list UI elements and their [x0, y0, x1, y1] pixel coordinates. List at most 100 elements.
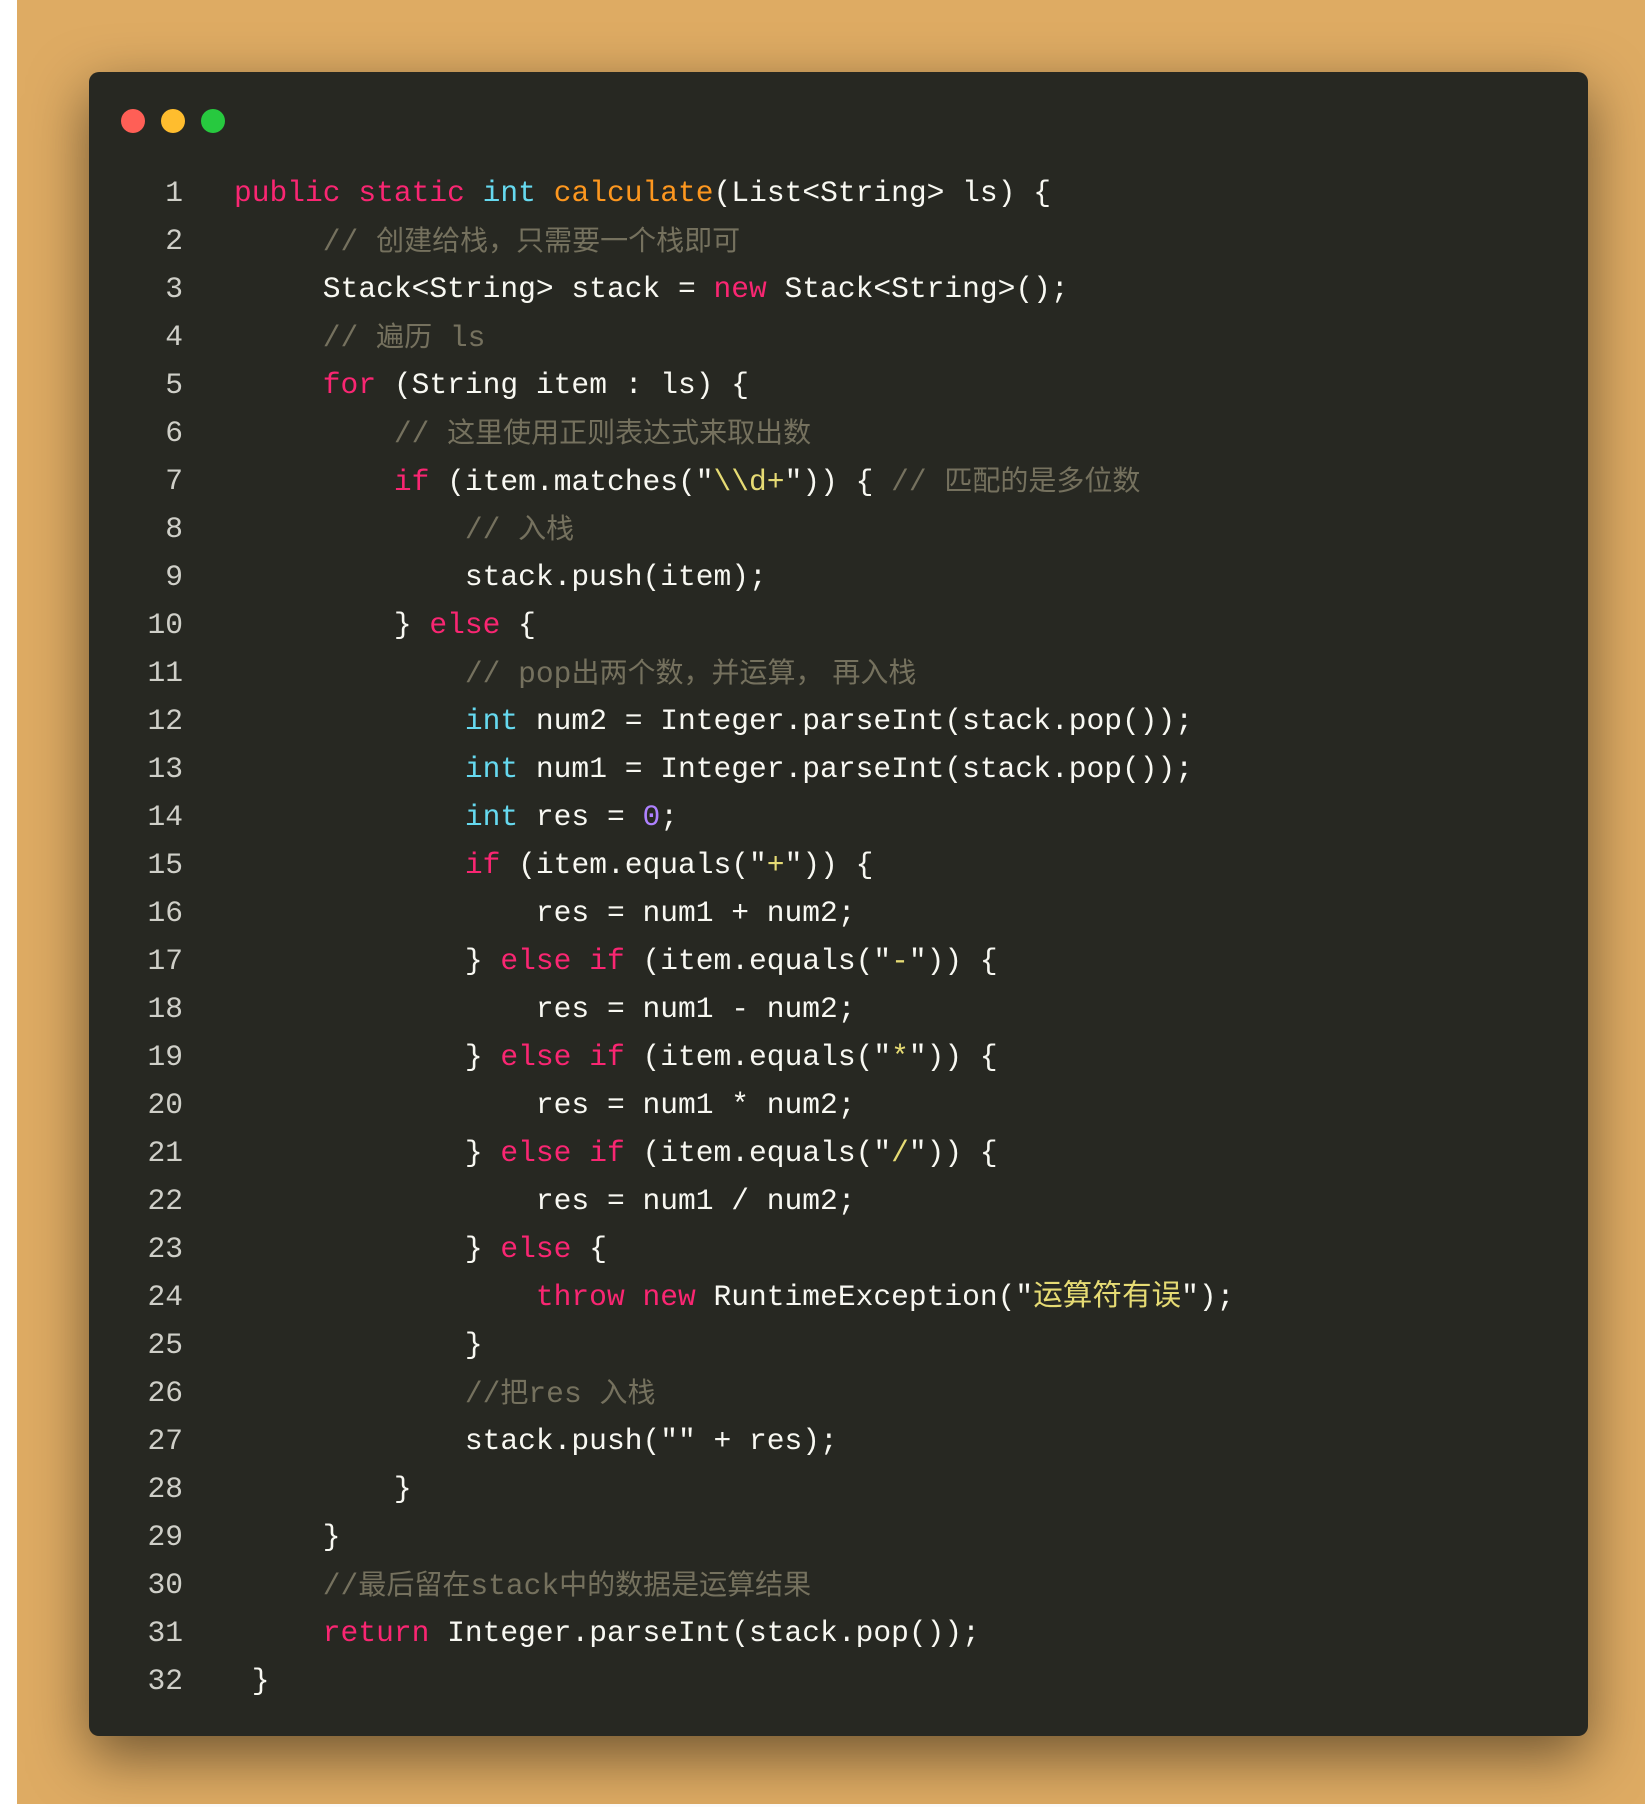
- code-token-pl: (List<String> ls) {: [713, 176, 1051, 210]
- code-token-pl: }: [234, 944, 501, 978]
- line-number: 6: [165, 416, 183, 450]
- line-source: } else if (item.equals("*")) {: [234, 1033, 998, 1081]
- line-number: 19: [147, 1040, 183, 1074]
- line-number: 9: [165, 560, 183, 594]
- line-number: 13: [147, 752, 183, 786]
- code-token-pl: ")) {: [908, 1040, 998, 1074]
- line-source: }: [234, 1321, 483, 1369]
- code-token-cmm: res: [528, 1377, 600, 1411]
- code-token-cm: 最后留在: [358, 1568, 471, 1601]
- code-line: 5 for (String item : ls) {: [89, 361, 1588, 409]
- line-source: }: [234, 1465, 412, 1513]
- code-token-pl: ")) {: [784, 465, 892, 499]
- code-token-kw: for: [322, 368, 377, 402]
- line-number: 8: [165, 512, 183, 546]
- code-token-str: -: [891, 944, 909, 978]
- code-token-kw: if: [589, 944, 625, 978]
- code-line: 22 res = num1 / num2;: [89, 1177, 1588, 1225]
- code-token-pl: }: [234, 1664, 270, 1698]
- code-token-cmm: stack: [470, 1569, 560, 1603]
- code-line: 26 //把res 入栈: [89, 1369, 1588, 1417]
- code-token-cmm: //: [322, 225, 377, 259]
- line-source: // 遍历 ls: [234, 313, 486, 362]
- line-number: 1: [165, 176, 183, 210]
- code-line: 18 res = num1 - num2;: [89, 985, 1588, 1033]
- code-line: 14 int res = 0;: [89, 793, 1588, 841]
- code-line: 7 if (item.matches("\\d+")) { // 匹配的是多位数: [89, 457, 1588, 505]
- code-line: 27 stack.push("" + res);: [89, 1417, 1588, 1465]
- code-token-kw: if: [589, 1136, 625, 1170]
- code-line: 28 }: [89, 1465, 1588, 1513]
- code-token-cmm: //: [393, 417, 448, 451]
- line-source: } else {: [234, 1225, 607, 1273]
- code-token-kw: else: [429, 608, 501, 642]
- code-token-cm: 这里使用正则表达式来取出数: [447, 416, 812, 449]
- line-number: 25: [147, 1328, 183, 1362]
- code-token-pl: ")) {: [784, 848, 874, 882]
- code-line: 25 }: [89, 1321, 1588, 1369]
- line-number: 3: [165, 272, 183, 306]
- code-token-pl: Stack<String> stack =: [234, 272, 714, 306]
- line-source: int num2 = Integer.parseInt(stack.pop())…: [234, 697, 1193, 745]
- code-token-kw: if: [393, 465, 430, 499]
- line-number: 18: [147, 992, 183, 1026]
- code-token-pl: }: [234, 1472, 412, 1506]
- code-token-pl: }: [234, 1040, 501, 1074]
- code-token-pl: res = num1 - num2;: [234, 992, 856, 1026]
- code-token-pl: stack.push(item);: [234, 560, 767, 594]
- line-number: 7: [165, 464, 183, 498]
- code-token-kw: new: [713, 272, 767, 306]
- code-line: 2 // 创建给栈，只需要一个栈即可: [89, 217, 1588, 265]
- line-source: if (item.matches("\\d+")) { // 匹配的是多位数: [234, 457, 1141, 506]
- line-number: 15: [147, 848, 183, 882]
- code-line: 10 } else {: [89, 601, 1588, 649]
- code-token-cm: 入栈: [518, 512, 575, 545]
- line-source: //把res 入栈: [234, 1369, 656, 1418]
- code-token-pl: ;: [660, 800, 679, 834]
- code-token-pl: Integer.parseInt(stack.pop());: [429, 1616, 980, 1650]
- code-token-pl: RuntimeException(": [695, 1280, 1034, 1314]
- line-source: int res = 0;: [234, 793, 678, 841]
- code-token-pl: }: [234, 1328, 483, 1362]
- code-token-kw: else: [500, 944, 572, 978]
- line-number: 16: [147, 896, 183, 930]
- code-token-pl: (item.equals(": [624, 944, 892, 978]
- code-line: 31 return Integer.parseInt(stack.pop());: [89, 1609, 1588, 1657]
- line-number: 2: [165, 224, 183, 258]
- code-token-pl: res = num1 * num2;: [234, 1088, 856, 1122]
- code-token-pl: Stack<String>();: [766, 272, 1069, 306]
- line-source: // 创建给栈，只需要一个栈即可: [234, 217, 740, 266]
- code-token-pl: }: [234, 1520, 341, 1554]
- code-token-kw: else: [500, 1232, 572, 1266]
- code-token-pl: num2 = Integer.parseInt(stack.pop());: [518, 704, 1194, 738]
- code-line: 29 }: [89, 1513, 1588, 1561]
- line-number: 20: [147, 1088, 183, 1122]
- code-line: 15 if (item.equals("+")) {: [89, 841, 1588, 889]
- code-token-type: int: [464, 704, 519, 738]
- code-token-pl: (item.matches(": [429, 465, 714, 499]
- code-token-pl: res = num1 + num2;: [234, 896, 856, 930]
- code-line: 9 stack.push(item);: [89, 553, 1588, 601]
- line-number: 31: [147, 1616, 183, 1650]
- line-source: }: [234, 1513, 341, 1561]
- line-number: 32: [147, 1664, 183, 1698]
- code-token-pl: (String item : ls) {: [376, 368, 750, 402]
- code-token-cmm: ls: [432, 321, 486, 355]
- code-token-pl: (item.equals(": [624, 1136, 892, 1170]
- code-token-kw: throw: [535, 1280, 625, 1314]
- code-token-cmm: //: [891, 465, 945, 499]
- code-token-cm: 出两个数，并运算， 再入栈: [571, 656, 917, 689]
- code-line: 8 // 入栈: [89, 505, 1588, 553]
- line-source: // 这里使用正则表达式来取出数: [234, 409, 811, 458]
- line-source: stack.push(item);: [234, 553, 767, 601]
- code-line: 20 res = num1 * num2;: [89, 1081, 1588, 1129]
- line-number: 11: [147, 656, 183, 690]
- line-number: 22: [147, 1184, 183, 1218]
